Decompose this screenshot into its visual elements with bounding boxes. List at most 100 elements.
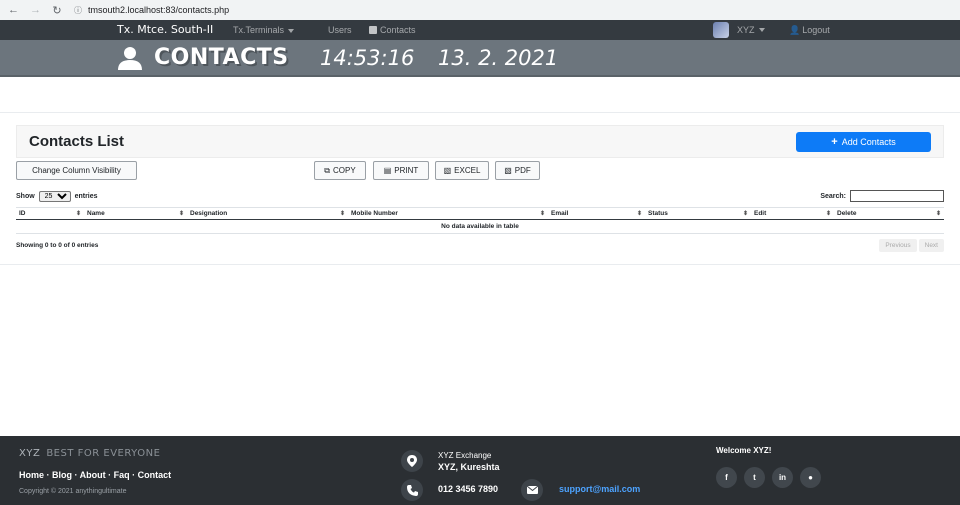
site-footer: XYZ BEST FOR EVERYONE Home · Blog · About… — [0, 436, 960, 505]
table-controls: Show 25 entries Search: — [16, 189, 944, 203]
avatar — [713, 22, 729, 38]
logout-link[interactable]: 👤 Logout — [789, 25, 830, 36]
nav-contacts-label: Contacts — [380, 25, 416, 35]
column-label: Name — [87, 210, 105, 217]
copy-label: COPY — [333, 166, 356, 175]
file-pdf-icon: ▧ — [504, 166, 512, 175]
column-header[interactable]: Status ⬍ — [645, 207, 751, 220]
file-excel-icon: ▧ — [443, 166, 452, 175]
divider — [0, 112, 960, 113]
user-dropdown[interactable]: XYZ — [713, 22, 765, 38]
caret-down-icon — [288, 28, 295, 33]
print-icon: ▤ — [383, 166, 392, 175]
table-info: Showing 0 to 0 of 0 entries — [16, 241, 99, 249]
footer-email-link[interactable]: support@mail.com — [559, 484, 640, 494]
github-icon[interactable]: ● — [800, 467, 821, 488]
search-input[interactable] — [850, 190, 944, 202]
nav-terminals-dropdown[interactable]: Tx.Terminals — [233, 25, 295, 35]
footer-welcome: Welcome XYZ! — [716, 446, 772, 455]
page-title: CONTACTS — [154, 45, 289, 70]
add-contacts-label: Add Contacts — [841, 136, 896, 147]
user-name: XYZ — [737, 25, 755, 35]
address-book-icon — [369, 26, 377, 34]
browser-toolbar: ← → ↻ ⓘ tmsouth2.localhost:83/contacts.p… — [0, 0, 960, 20]
column-header[interactable]: Mobile Number ⬍ — [348, 207, 548, 220]
excel-button[interactable]: ▧ EXCEL — [435, 161, 489, 180]
phone-icon — [401, 479, 423, 501]
pdf-button[interactable]: ▧ PDF — [495, 161, 540, 180]
sort-icon: ⬍ — [636, 211, 642, 217]
column-header[interactable]: Name ⬍ — [84, 207, 187, 220]
column-label: ID — [19, 210, 26, 217]
sort-icon: ⬍ — [825, 211, 831, 217]
facebook-icon[interactable]: f — [716, 467, 737, 488]
footer-phone: 012 3456 7890 — [438, 484, 499, 494]
sort-icon: ⬍ — [178, 211, 184, 217]
sort-icon: ⬍ — [742, 211, 748, 217]
linkedin-icon[interactable]: in — [772, 467, 793, 488]
table-row: No data available in table — [16, 219, 944, 234]
column-label: Status — [648, 210, 668, 217]
column-label: Email — [551, 210, 569, 217]
navbar-brand[interactable]: Tx. Mtce. South-II — [117, 23, 213, 36]
show-label: Show — [16, 192, 35, 200]
divider — [0, 264, 960, 265]
search-control: Search: — [820, 190, 944, 202]
entries-select[interactable]: 25 — [38, 190, 71, 202]
entries-label: entries — [74, 192, 98, 200]
column-header[interactable]: Delete ⬍ — [834, 207, 944, 220]
user-minus-icon: 👤 — [789, 25, 801, 35]
next-button[interactable]: Next — [918, 238, 944, 252]
empty-table-message: No data available in table — [16, 219, 944, 234]
map-marker-icon — [401, 450, 423, 472]
envelope-icon — [521, 479, 543, 501]
pagination: Previous Next — [879, 238, 944, 252]
footer-logo: XYZ — [19, 448, 41, 459]
back-icon[interactable]: ← — [8, 4, 19, 16]
nav-terminals-label: Tx.Terminals — [233, 25, 285, 35]
print-label: PRINT — [394, 166, 419, 175]
sort-icon: ⬍ — [539, 211, 545, 217]
plus-icon: + — [831, 135, 838, 148]
search-label: Search: — [820, 192, 846, 200]
footer-org-line1: XYZ Exchange — [438, 451, 492, 460]
address-bar[interactable]: ⓘ tmsouth2.localhost:83/contacts.php — [74, 5, 229, 16]
sort-icon: ⬍ — [339, 211, 345, 217]
forward-icon[interactable]: → — [30, 4, 41, 16]
copy-icon: ⧉ — [324, 165, 331, 175]
table-footer: Showing 0 to 0 of 0 entries Previous Nex… — [16, 238, 944, 252]
footer-links[interactable]: Home · Blog · About · Faq · Contact — [19, 470, 171, 480]
footer-org-line2: XYZ, Kureshta — [438, 462, 500, 472]
copy-button[interactable]: ⧉ COPY — [314, 161, 366, 180]
print-button[interactable]: ▤ PRINT — [373, 161, 429, 180]
column-header[interactable]: ID ⬍ — [16, 207, 84, 220]
column-visibility-button[interactable]: Change Column Visibility — [16, 161, 137, 180]
user-icon — [118, 47, 142, 70]
logout-label: Logout — [802, 25, 830, 35]
column-header[interactable]: Email ⬍ — [548, 207, 645, 220]
caret-down-icon — [758, 28, 765, 32]
clock-time: 14:53:16 — [320, 46, 415, 70]
table-header-row: ID ⬍ Name ⬍ Designation ⬍ Mobile Number ⬍ Em… — [16, 207, 944, 220]
nav-contacts-link[interactable]: Contacts — [369, 25, 416, 35]
footer-copyright: Copyright © 2021 anythingultimate — [19, 488, 127, 495]
column-label: Mobile Number — [351, 210, 398, 217]
column-visibility-label: Change Column Visibility — [32, 166, 121, 175]
column-header[interactable]: Edit ⬍ — [751, 207, 834, 220]
previous-button[interactable]: Previous — [879, 238, 917, 252]
add-contacts-button[interactable]: + Add Contacts — [796, 131, 931, 152]
footer-tagline: BEST FOR EVERYONE — [46, 448, 161, 459]
clock-date: 13. 2. 2021 — [438, 46, 559, 70]
column-label: Delete — [837, 210, 857, 217]
footer-brand: XYZ BEST FOR EVERYONE — [19, 448, 160, 459]
column-header[interactable]: Designation ⬍ — [187, 207, 348, 220]
card-header: Contacts List + Add Contacts — [16, 125, 944, 158]
url-text: tmsouth2.localhost:83/contacts.php — [88, 5, 230, 15]
top-navbar: Tx. Mtce. South-II Tx.Terminals Users Co… — [0, 20, 960, 40]
contacts-card: Contacts List + Add Contacts — [16, 125, 944, 158]
length-control: Show 25 entries — [16, 190, 98, 202]
twitter-icon[interactable]: t — [744, 467, 765, 488]
card-title: Contacts List — [29, 133, 125, 150]
reload-icon[interactable]: ↻ — [52, 4, 62, 17]
nav-users-link[interactable]: Users — [328, 25, 352, 35]
